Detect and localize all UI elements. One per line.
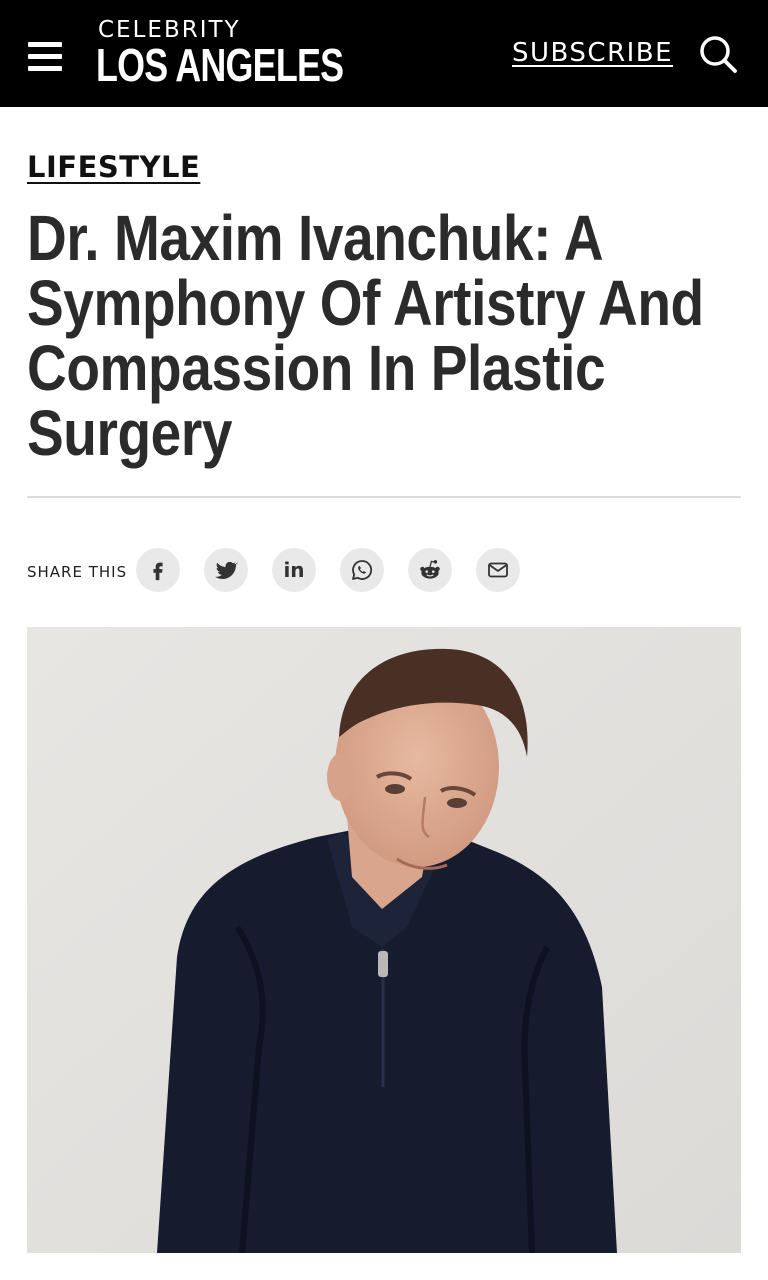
share-label: SHARE THIS (27, 563, 128, 581)
share-whatsapp-button[interactable] (340, 548, 384, 592)
share-reddit-button[interactable] (408, 548, 452, 592)
whatsapp-icon (352, 560, 373, 580)
subscribe-link[interactable]: SUBSCRIBE (512, 38, 673, 68)
share-facebook-button[interactable] (136, 548, 180, 592)
logo-bottom-text: LOS ANGELES (96, 39, 344, 91)
share-linkedin-button[interactable]: in (272, 548, 316, 592)
site-logo[interactable]: CELEBRITY LOS ANGELES (96, 16, 344, 94)
article-headline: Dr. Maxim Ivanchuk: A Symphony Of Artist… (27, 206, 747, 466)
reddit-icon (420, 560, 440, 579)
search-icon[interactable] (698, 34, 738, 74)
hero-image (27, 627, 741, 1253)
top-navigation-bar: CELEBRITY LOS ANGELES SUBSCRIBE (0, 0, 768, 107)
facebook-icon (153, 562, 163, 581)
hamburger-menu-icon[interactable] (28, 42, 62, 72)
email-icon (488, 562, 508, 578)
share-twitter-button[interactable] (204, 548, 248, 592)
headline-text: Dr. Maxim Ivanchuk: A Symphony Of Artist… (27, 202, 704, 469)
twitter-icon (214, 561, 238, 579)
portrait-illustration (27, 627, 741, 1253)
linkedin-icon: in (283, 558, 305, 582)
share-email-button[interactable] (476, 548, 520, 592)
category-link[interactable]: LIFESTYLE (27, 150, 200, 184)
divider (27, 496, 741, 498)
